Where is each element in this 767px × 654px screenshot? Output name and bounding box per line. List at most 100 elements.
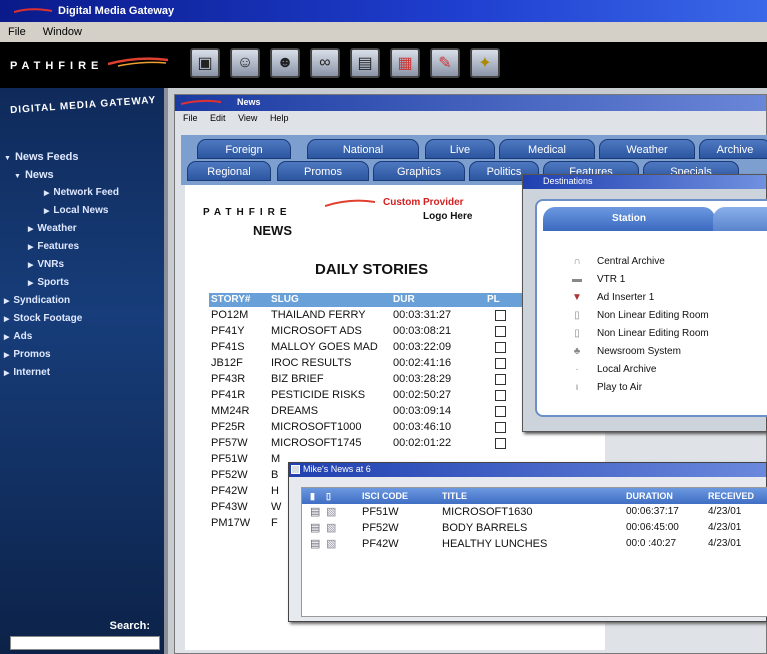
story-number: JB12F	[211, 357, 243, 369]
story-slug: MALLOY GOES MAD	[271, 341, 378, 353]
tab-medical[interactable]: Medical	[499, 139, 595, 159]
people-icon[interactable]: ☺	[230, 48, 260, 78]
monitor-icon[interactable]: ▣	[190, 48, 220, 78]
menu-file[interactable]: File	[8, 26, 26, 38]
panel-brand: PATHFIRE	[203, 207, 292, 218]
story-duration: 00:03:31:27	[393, 309, 452, 321]
play-checkbox[interactable]	[495, 421, 506, 433]
rundown-table: ▮ ▯ ISCI CODE TITLE DURATION RECEIVED ▤ ▧…	[301, 487, 767, 617]
play-checkbox[interactable]	[495, 405, 506, 417]
col-duration[interactable]: DURATION	[626, 488, 708, 504]
nav-item-features[interactable]: ▶ Features	[0, 238, 168, 256]
play-icon: ı	[575, 382, 579, 393]
news-window-title-bar: News	[175, 95, 766, 111]
play-checkbox[interactable]	[495, 373, 506, 385]
story-number: PF42W	[211, 485, 248, 497]
expand-icon: ▼	[4, 155, 11, 162]
nav-item-sports[interactable]: ▶ Sports	[0, 274, 168, 292]
news-menu-help[interactable]: Help	[270, 113, 289, 123]
tab-graphics[interactable]: Graphics	[373, 161, 465, 181]
col-received[interactable]: RECEIVED	[708, 488, 767, 504]
app-title: Digital Media Gateway	[58, 5, 175, 17]
nav-item-promos[interactable]: ▶ Promos	[0, 346, 168, 364]
group-icon[interactable]: ☻	[270, 48, 300, 78]
col-slug[interactable]: SLUG	[271, 293, 393, 307]
custom-provider-label: Custom Provider	[383, 197, 464, 208]
item-title: MICROSOFT1630	[442, 506, 533, 518]
search-input[interactable]	[10, 636, 160, 650]
pathfire-swoosh-icon	[14, 8, 52, 13]
play-checkbox[interactable]	[495, 341, 506, 353]
destination-item[interactable]: ∩ Central Archive	[557, 253, 767, 271]
tab-regional[interactable]: Regional	[187, 161, 271, 181]
destination-item[interactable]: ▯ Non Linear Editing Room	[557, 325, 767, 343]
tab-live[interactable]: Live	[425, 139, 495, 159]
news-menu-view[interactable]: View	[238, 113, 257, 123]
col-story[interactable]: STORY#	[209, 293, 271, 307]
tab-second[interactable]	[713, 207, 767, 231]
story-number: PF43W	[211, 501, 248, 513]
film-icon: ▤	[310, 522, 321, 534]
destination-item[interactable]: ı Play to Air	[557, 379, 767, 397]
wrench-icon[interactable]: ✦	[470, 48, 500, 78]
story-duration: 00:03:08:21	[393, 325, 452, 337]
tab-station[interactable]: Station	[543, 207, 715, 231]
play-checkbox[interactable]	[495, 437, 506, 449]
story-number: PF52W	[211, 469, 248, 481]
table-row[interactable]: PF57W MICROSOFT1745 00:02:01:22	[209, 435, 589, 451]
tab-archive[interactable]: Archive	[699, 139, 767, 159]
nav-item-internet[interactable]: ▶ Internet	[0, 364, 168, 382]
destination-label: Ad Inserter 1	[597, 292, 655, 303]
nav-item-news[interactable]: ▼ News	[0, 166, 168, 184]
destination-label: Play to Air	[597, 382, 643, 393]
list-item[interactable]: ▤ ▧ PF52W BODY BARRELS 00:06:45:00 4/23/01	[302, 520, 767, 536]
notepad-icon[interactable]: ✎	[430, 48, 460, 78]
item-duration: 00:0 :40:27	[626, 538, 677, 549]
col-dur[interactable]: DUR	[393, 293, 487, 307]
col-icon2: ▯	[326, 491, 331, 501]
news-menu-file[interactable]: File	[183, 113, 198, 123]
story-number: PF41S	[211, 341, 245, 353]
printer-icon[interactable]: ▤	[350, 48, 380, 78]
tab-promos[interactable]: Promos	[277, 161, 369, 181]
destination-item[interactable]: ▼ Ad Inserter 1	[557, 289, 767, 307]
play-checkbox[interactable]	[495, 389, 506, 401]
col-title[interactable]: TITLE	[442, 488, 626, 504]
tab-national[interactable]: National	[307, 139, 419, 159]
charts-icon[interactable]: ▦	[390, 48, 420, 78]
destination-label: Non Linear Editing Room	[597, 310, 709, 321]
list-item[interactable]: ▤ ▧ PF51W MICROSOFT1630 00:06:37:17 4/23/01	[302, 504, 767, 520]
story-number: PF57W	[211, 437, 248, 449]
nav-label: Weather	[37, 223, 77, 234]
news-menu-edit[interactable]: Edit	[210, 113, 226, 123]
item-received: 4/23/01	[708, 506, 742, 517]
nav-item-stock-footage[interactable]: ▶ Stock Footage	[0, 310, 168, 328]
nav-label: Local News	[53, 205, 109, 216]
destination-item[interactable]: ♣ Newsroom System	[557, 343, 767, 361]
binoculars-icon[interactable]: ∞	[310, 48, 340, 78]
menu-window[interactable]: Window	[43, 26, 82, 38]
nav-item-vnrs[interactable]: ▶ VNRs	[0, 256, 168, 274]
item-title: BODY BARRELS	[442, 522, 528, 534]
nav-item-ads[interactable]: ▶ Ads	[0, 328, 168, 346]
col-isci-code[interactable]: ISCI CODE	[362, 488, 442, 504]
tab-weather[interactable]: Weather	[599, 139, 695, 159]
nav-item-syndication[interactable]: ▶ Syndication	[0, 292, 168, 310]
play-checkbox[interactable]	[495, 325, 506, 337]
destination-item[interactable]: ▬ VTR 1	[557, 271, 767, 289]
destination-item[interactable]: ▯ Non Linear Editing Room	[557, 307, 767, 325]
destination-item[interactable]: · Local Archive	[557, 361, 767, 379]
play-checkbox[interactable]	[495, 309, 506, 321]
tab-foreign[interactable]: Foreign	[197, 139, 291, 159]
list-item[interactable]: ▤ ▧ PF42W HEALTHY LUNCHES 00:0 :40:27 4/23/01	[302, 536, 767, 552]
nav-item-network-feed[interactable]: ▶ Network Feed	[0, 184, 168, 202]
col-pl[interactable]: PL	[487, 293, 527, 307]
story-duration: 00:02:01:22	[393, 437, 452, 449]
story-duration: 00:03:46:10	[393, 421, 452, 433]
play-checkbox[interactable]	[495, 357, 506, 369]
nav-item-weather[interactable]: ▶ Weather	[0, 220, 168, 238]
inserter-icon: ▼	[572, 292, 582, 303]
nav-label: Sports	[37, 277, 70, 288]
nav-item-news-feeds[interactable]: ▼ News Feeds	[0, 148, 168, 166]
nav-item-local-news[interactable]: ▶ Local News	[0, 202, 168, 220]
